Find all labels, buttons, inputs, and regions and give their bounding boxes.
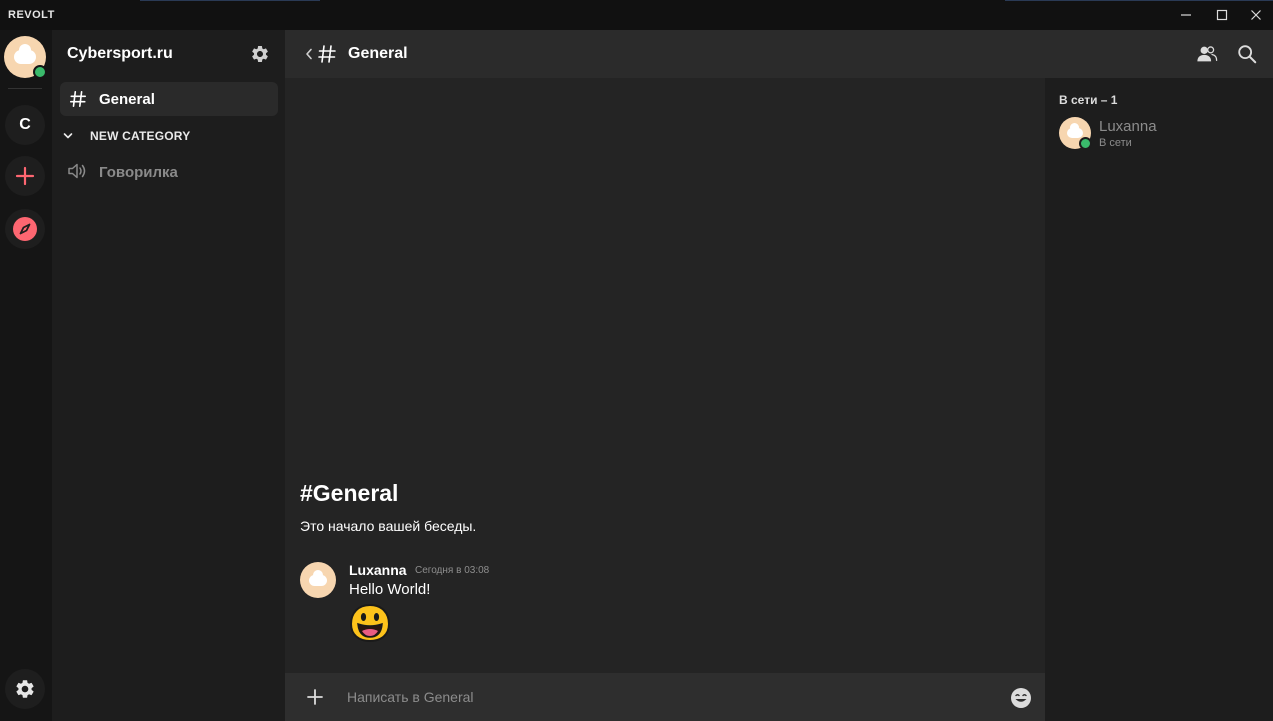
close-icon <box>1251 10 1261 20</box>
members-icon[interactable] <box>1196 43 1218 65</box>
server-rail: C <box>0 30 52 721</box>
channel-header: General <box>285 30 1273 78</box>
title-bar-divider <box>140 0 320 1</box>
plus-icon <box>15 166 35 186</box>
message-text: Hello World! <box>349 581 431 598</box>
minimize-icon <box>1181 14 1191 16</box>
maximize-button[interactable] <box>1205 0 1239 30</box>
gear-icon <box>16 680 34 698</box>
avatar <box>1059 117 1092 150</box>
message-author[interactable]: Luxanna <box>349 562 407 578</box>
maximize-icon <box>1216 9 1228 21</box>
speaker-icon <box>68 163 86 179</box>
server-initial: C <box>19 116 31 133</box>
server-header[interactable]: Cybersport.ru <box>52 30 285 78</box>
avatar-cloud-icon <box>14 44 36 64</box>
server-settings-gear-icon[interactable] <box>250 44 270 64</box>
members-online-heading: В сети – 1 <box>1059 93 1118 107</box>
member-name: Luxanna <box>1099 118 1157 135</box>
hash-icon <box>318 45 336 63</box>
channel-item-general[interactable]: General <box>60 82 278 116</box>
search-icon[interactable] <box>1236 43 1258 65</box>
message-timestamp: Сегодня в 03:08 <box>415 565 490 576</box>
avatar-cloud-icon <box>309 569 327 586</box>
discover-button[interactable] <box>5 209 45 249</box>
server-icon-cybersport[interactable]: C <box>5 105 45 145</box>
emoji-picker-icon[interactable] <box>1010 687 1032 709</box>
avatar[interactable] <box>300 562 336 598</box>
member-status: В сети <box>1099 137 1132 149</box>
user-avatar[interactable] <box>4 36 47 79</box>
channel-sidebar: Cybersport.ru General NEW CATEGORY Говор… <box>52 30 285 721</box>
channel-welcome-subtitle: Это начало вашей беседы. <box>300 518 477 534</box>
grinning-face-emoji-icon <box>349 603 391 643</box>
title-bar: REVOLT <box>0 0 1273 30</box>
chat-area: General #General Это начало вашей беседы… <box>285 30 1273 721</box>
member-list: В сети – 1 Luxanna В сети <box>1045 78 1273 721</box>
chevron-down-icon <box>63 133 73 139</box>
compass-icon <box>13 217 37 241</box>
channel-label: General <box>99 91 155 108</box>
online-status-dot <box>1079 137 1092 150</box>
message-input[interactable] <box>347 687 987 707</box>
online-status-dot <box>33 65 47 79</box>
member-item[interactable]: Luxanna В сети <box>1053 114 1263 152</box>
avatar-cloud-icon <box>1067 123 1083 138</box>
add-server-button[interactable] <box>5 156 45 196</box>
category-new-category[interactable]: NEW CATEGORY <box>62 128 190 144</box>
minimize-button[interactable] <box>1169 0 1203 30</box>
channel-label: Говорилка <box>99 164 178 181</box>
plus-icon[interactable] <box>305 687 325 707</box>
close-button[interactable] <box>1239 0 1273 30</box>
chevron-left-icon[interactable] <box>305 48 313 60</box>
server-name: Cybersport.ru <box>67 45 173 62</box>
rail-divider <box>8 88 42 89</box>
message-composer <box>285 673 1045 721</box>
user-settings-button[interactable] <box>5 669 45 709</box>
channel-welcome-title: #General <box>300 480 399 506</box>
channel-item-govorilka[interactable]: Говорилка <box>60 154 278 188</box>
hash-icon <box>69 90 87 108</box>
app-title: REVOLT <box>8 9 55 21</box>
category-label: NEW CATEGORY <box>90 129 191 143</box>
channel-title: General <box>348 45 408 62</box>
